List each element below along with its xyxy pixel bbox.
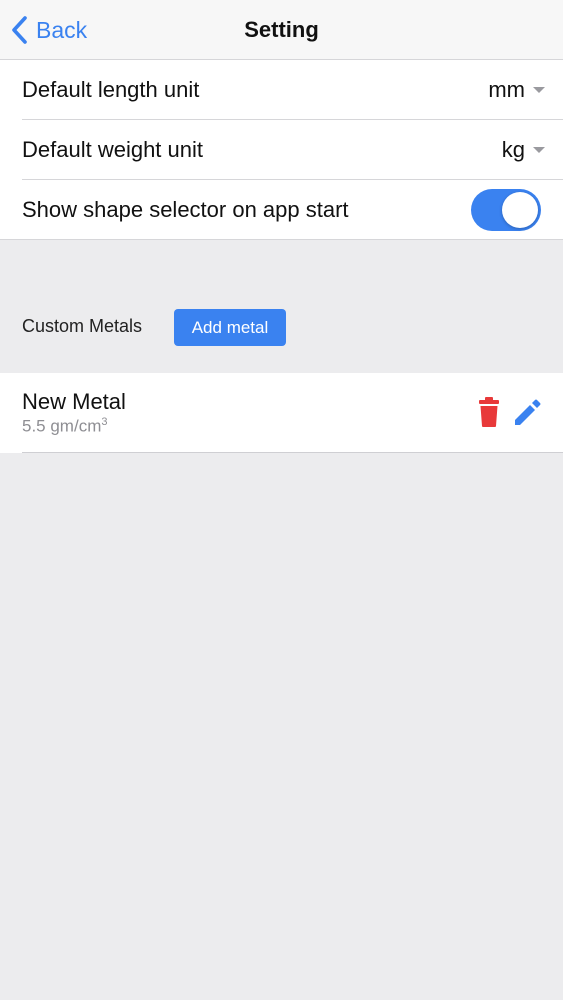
custom-metals-header: Custom Metals Add metal — [0, 290, 563, 362]
shape-selector-toggle[interactable] — [471, 189, 541, 231]
metal-list-item: New Metal 5.5 gm/cm3 — [0, 373, 563, 453]
weight-unit-label: Default weight unit — [22, 137, 203, 162]
length-unit-label: Default length unit — [22, 77, 200, 102]
row-divider — [22, 452, 563, 453]
caret-down-icon — [533, 87, 545, 93]
shape-selector-row: Show shape selector on app start — [0, 180, 563, 240]
shape-selector-label: Show shape selector on app start — [22, 197, 349, 222]
trash-icon[interactable] — [472, 395, 506, 429]
navigation-bar: Back Setting — [0, 0, 563, 60]
weight-unit-select[interactable]: kg — [502, 120, 545, 180]
length-unit-select[interactable]: mm — [488, 60, 545, 120]
custom-metals-label: Custom Metals — [22, 316, 143, 336]
row-divider — [0, 239, 563, 240]
metal-density-exponent: 3 — [101, 416, 108, 428]
metal-name: New Metal — [22, 389, 126, 414]
pencil-icon[interactable] — [510, 395, 544, 429]
metal-density: 5.5 gm/cm3 — [22, 416, 107, 437]
length-unit-value: mm — [488, 77, 525, 102]
toggle-knob — [502, 192, 538, 228]
length-unit-row: Default length unit mm — [0, 60, 563, 120]
caret-down-icon — [533, 147, 545, 153]
weight-unit-value: kg — [501, 137, 525, 162]
metal-density-value: 5.5 gm/cm — [22, 416, 102, 436]
add-metal-button[interactable]: Add metal — [174, 309, 286, 346]
weight-unit-row: Default weight unit kg — [0, 120, 563, 180]
settings-list: Default length unit mm Default weight un… — [0, 60, 563, 240]
page-title: Setting — [244, 17, 319, 42]
